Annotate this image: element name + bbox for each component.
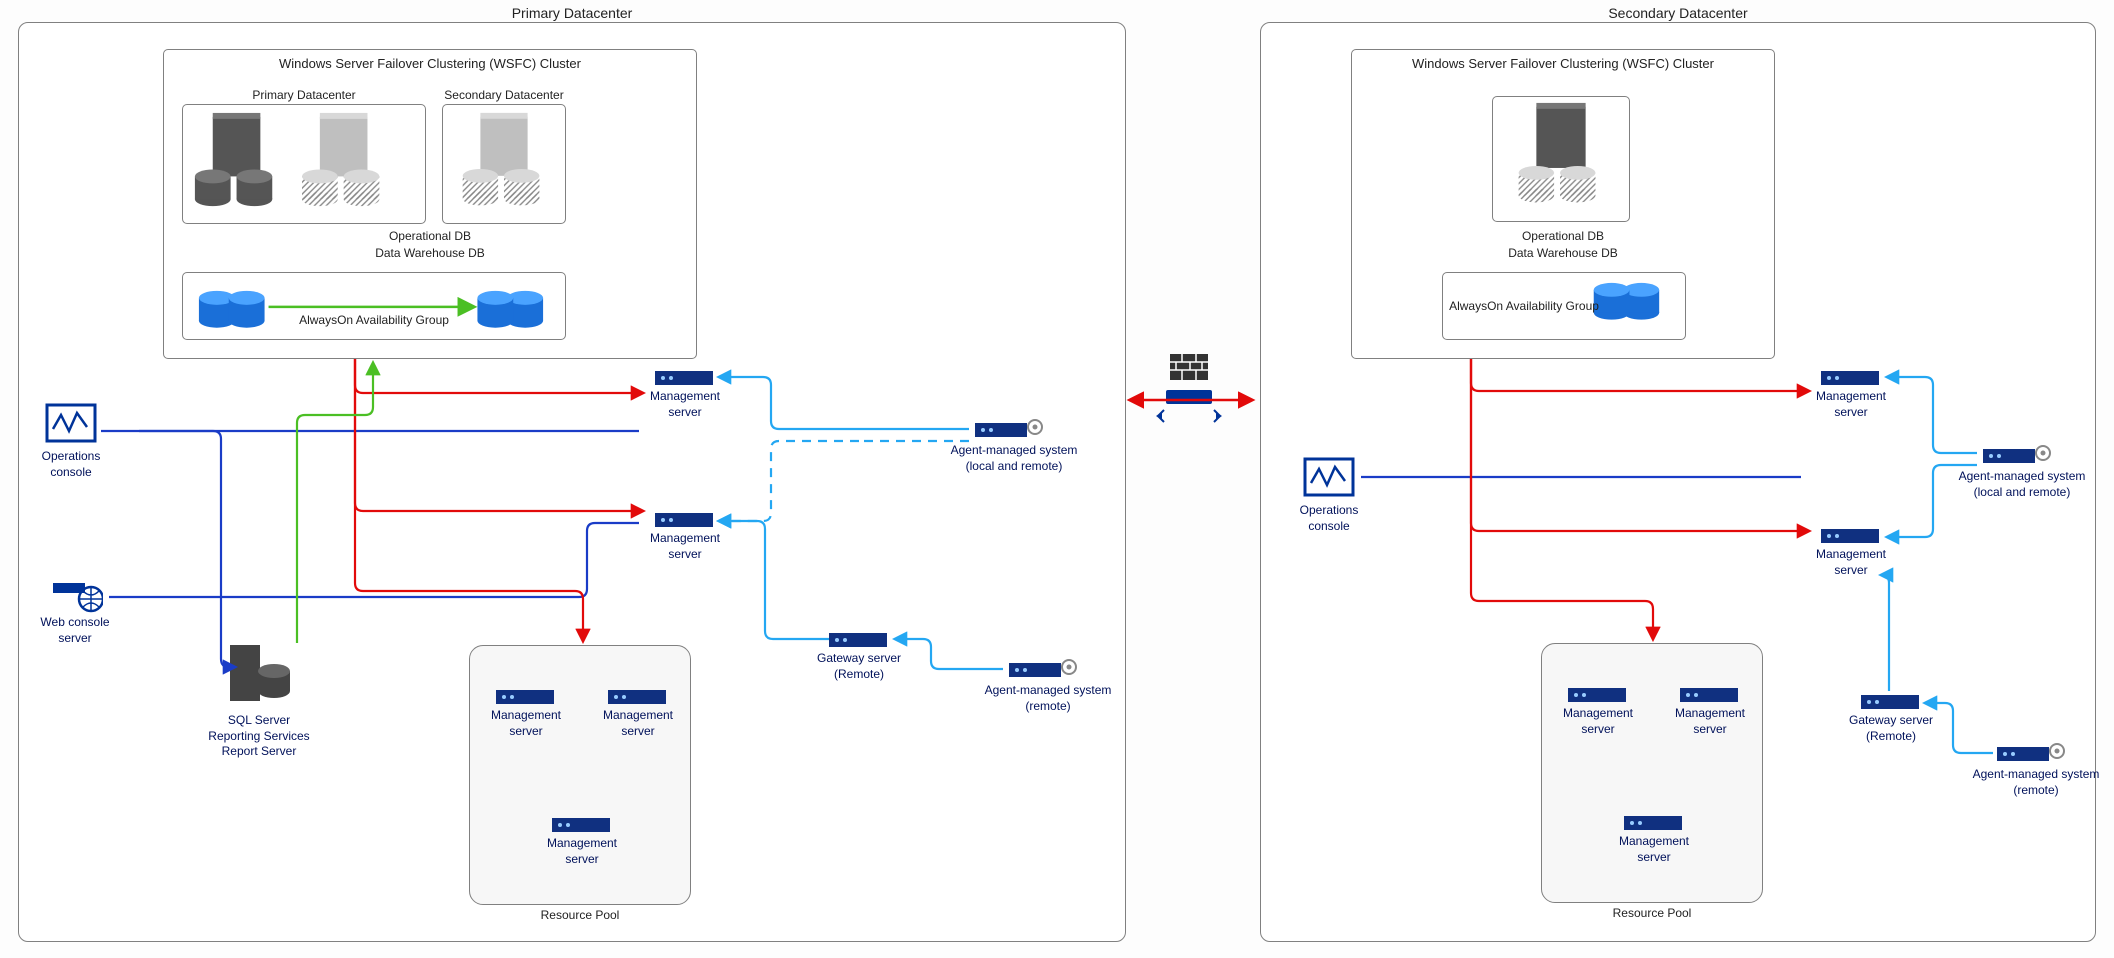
server-rack-icon xyxy=(552,818,610,832)
sec-agent-local xyxy=(1983,445,2055,470)
primary-wsfc-inner-primary-title: Primary Datacenter xyxy=(183,88,425,102)
mgmt-server-2 xyxy=(655,513,713,530)
server-rack-icon xyxy=(1568,688,1626,702)
primary-ag-box: AlwaysOn Availability Group xyxy=(182,272,566,340)
agent-system-icon xyxy=(1997,743,2069,765)
primary-wsfc-inner-secondary: Secondary Datacenter xyxy=(442,104,566,224)
web-server-icon xyxy=(49,579,103,613)
agent-remote-label: Agent-managed system (remote) xyxy=(983,683,1113,714)
server-rack-icon xyxy=(608,690,666,704)
secondary-resource-pool-title: Resource Pool xyxy=(1542,906,1762,920)
mgmt-server-1 xyxy=(655,371,713,388)
server-rack-icon xyxy=(1680,688,1738,702)
primary-db-labels: Operational DB Data Warehouse DB xyxy=(164,228,696,262)
secondary-wsfc-box: Windows Server Failover Clustering (WSFC… xyxy=(1351,49,1775,359)
console-icon xyxy=(43,401,99,447)
rp-mgmt-2-label: Management server xyxy=(586,708,690,739)
secondary-operational-db-label: Operational DB xyxy=(1352,228,1774,245)
firewall-icon xyxy=(1156,350,1222,433)
operations-console-label: Operations console xyxy=(29,449,113,480)
sql-report-server-label: SQL Server Reporting Services Report Ser… xyxy=(195,713,323,760)
agent-local-label: Agent-managed system (local and remote) xyxy=(949,443,1079,474)
report-server-icon xyxy=(224,639,294,709)
primary-datacenter-title: Primary Datacenter xyxy=(19,5,1125,21)
primary-operational-db-label: Operational DB xyxy=(164,228,696,245)
sec-agent-remote xyxy=(1997,743,2069,768)
sec-gateway xyxy=(1861,695,1919,712)
agent-system-icon xyxy=(975,419,1047,441)
secondary-ag-box: AlwaysOn Availability Group xyxy=(1442,272,1686,340)
gateway-server-label: Gateway server (Remote) xyxy=(807,651,911,682)
agent-local xyxy=(975,419,1047,444)
brick-wall-icon xyxy=(1170,354,1208,380)
mgmt-server-2-label: Management server xyxy=(633,531,737,562)
console-icon xyxy=(1301,455,1357,501)
server-db-icon xyxy=(195,113,272,206)
sec-operations-console-label: Operations console xyxy=(1285,503,1373,534)
agent-system-icon xyxy=(1983,445,2055,467)
server-rack-icon xyxy=(496,690,554,704)
sec-operations-console xyxy=(1301,455,1357,504)
operations-console xyxy=(43,401,99,450)
server-db-hatched-icon xyxy=(302,113,379,206)
sql-report-server xyxy=(224,639,294,712)
sec-rp-mgmt-3-label: Management server xyxy=(1602,834,1706,865)
secondary-datacenter-title: Secondary Datacenter xyxy=(1261,5,2095,21)
secondary-db-labels: Operational DB Data Warehouse DB xyxy=(1352,228,1774,262)
web-console xyxy=(49,579,103,616)
gateway-server xyxy=(829,633,887,650)
primary-resource-pool-title: Resource Pool xyxy=(470,908,690,922)
secondary-dwh-db-label: Data Warehouse DB xyxy=(1352,245,1774,262)
sec-mgmt-2 xyxy=(1821,529,1879,546)
sec-agent-remote-label: Agent-managed system (remote) xyxy=(1971,767,2101,798)
mgmt-server-1-label: Management server xyxy=(633,389,737,420)
server-rack-icon xyxy=(655,371,713,385)
rp-mgmt-3-label: Management server xyxy=(530,836,634,867)
server-rack-icon xyxy=(655,513,713,527)
server-rack-icon xyxy=(829,633,887,647)
agent-remote xyxy=(1009,659,1081,684)
primary-wsfc-inner-primary: Primary Datacenter xyxy=(182,104,426,224)
primary-datacenter-container: Primary Datacenter Windows Server Failov… xyxy=(18,22,1126,942)
server-rack-icon xyxy=(1821,529,1879,543)
sec-mgmt-1 xyxy=(1821,371,1879,388)
server-rack-icon xyxy=(1861,695,1919,709)
sec-mgmt-2-label: Management server xyxy=(1799,547,1903,578)
sec-mgmt-1-label: Management server xyxy=(1799,389,1903,420)
sec-gateway-label: Gateway server (Remote) xyxy=(1839,713,1943,744)
primary-ag-label: AlwaysOn Availability Group xyxy=(183,313,565,327)
web-console-label: Web console server xyxy=(33,615,117,646)
router-icon xyxy=(1156,390,1222,422)
primary-dwh-db-label: Data Warehouse DB xyxy=(164,245,696,262)
secondary-wsfc-inner xyxy=(1492,96,1630,222)
primary-wsfc-title: Windows Server Failover Clustering (WSFC… xyxy=(164,56,696,71)
primary-wsfc-box: Windows Server Failover Clustering (WSFC… xyxy=(163,49,697,359)
server-rack-icon xyxy=(1624,816,1682,830)
primary-resource-pool: Resource Pool Management server Manageme… xyxy=(469,645,691,905)
sec-rp-mgmt-2-label: Management server xyxy=(1658,706,1762,737)
secondary-resource-pool: Resource Pool Management server Manageme… xyxy=(1541,643,1763,903)
primary-wsfc-inner-secondary-title: Secondary Datacenter xyxy=(443,88,565,102)
secondary-datacenter-container: Secondary Datacenter Windows Server Fail… xyxy=(1260,22,2096,942)
secondary-ag-label: AlwaysOn Availability Group xyxy=(1443,299,1605,313)
sec-rp-mgmt-1-label: Management server xyxy=(1546,706,1650,737)
rp-mgmt-1-label: Management server xyxy=(474,708,578,739)
sec-agent-local-label: Agent-managed system (local and remote) xyxy=(1957,469,2087,500)
secondary-wsfc-title: Windows Server Failover Clustering (WSFC… xyxy=(1352,56,1774,71)
server-rack-icon xyxy=(1821,371,1879,385)
agent-system-icon xyxy=(1009,659,1081,681)
